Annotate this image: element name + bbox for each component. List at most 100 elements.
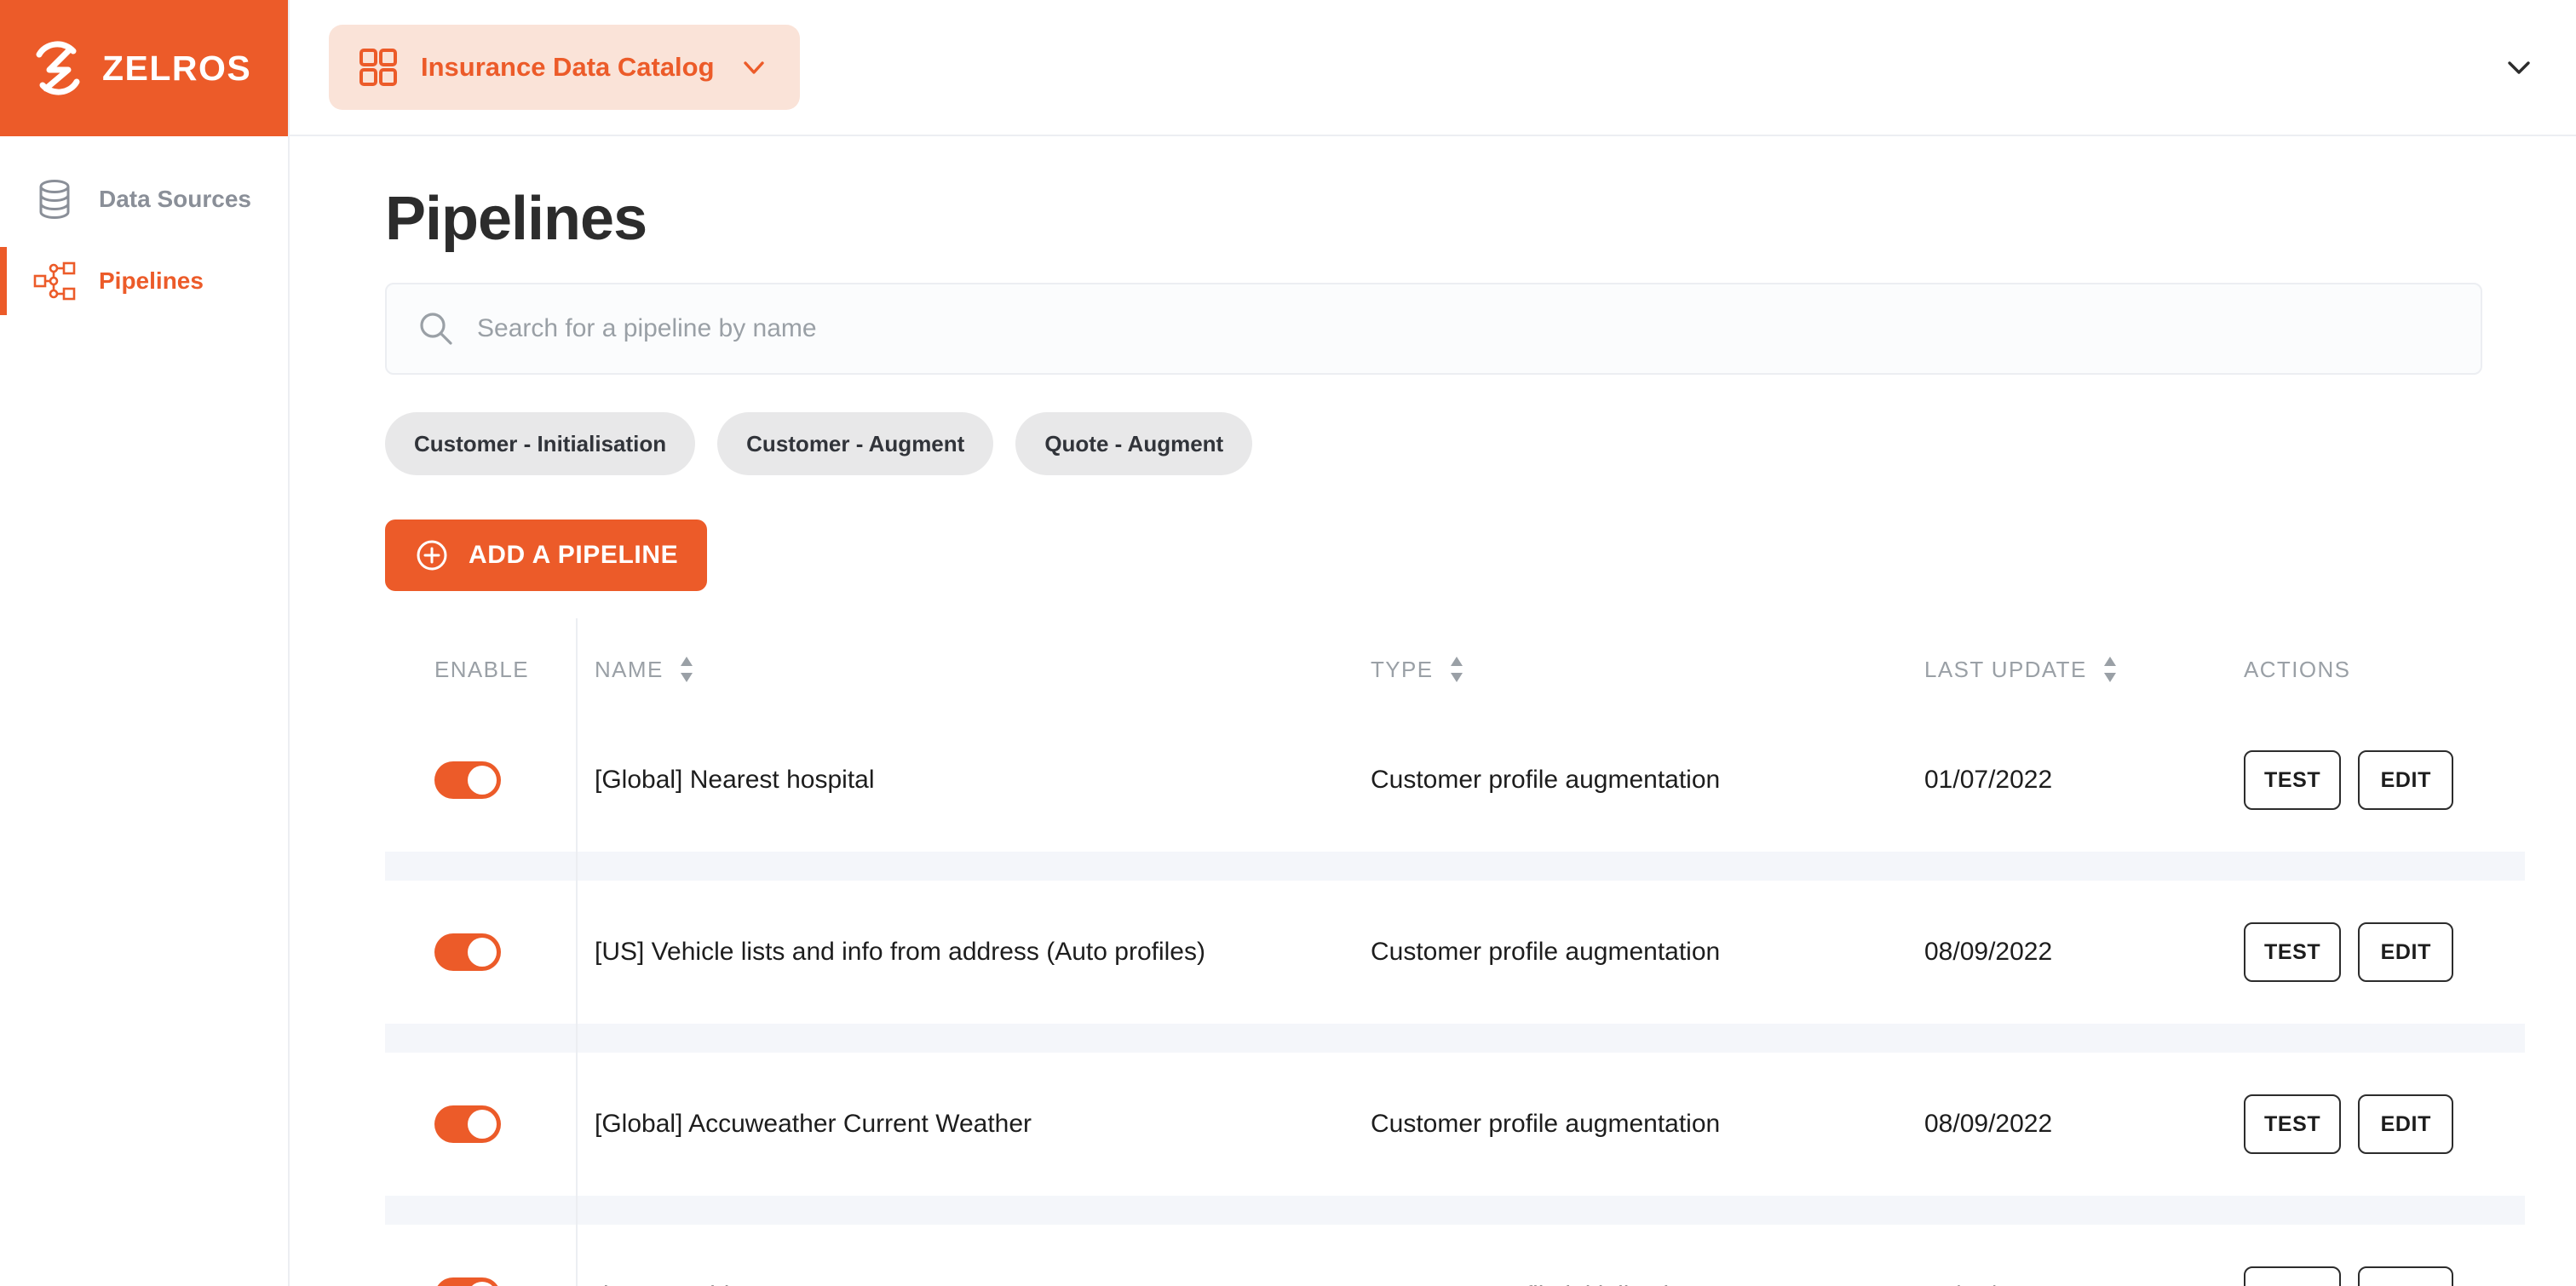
topbar: Insurance Data Catalog: [290, 0, 2576, 136]
name-cell: [Global] Accuweather Current Weather: [569, 1110, 1371, 1139]
type-cell: Customer profile augmentation: [1371, 766, 1924, 795]
edit-button[interactable]: EDIT: [2358, 922, 2454, 982]
type-cell: Customer profile augmentation: [1371, 938, 1924, 967]
pipeline-last-update: 05/07/2022: [1924, 1282, 2052, 1286]
enable-cell: [385, 1105, 569, 1143]
enable-cell: [385, 933, 569, 971]
table-row: demographics 35010 Customer profile init…: [385, 1225, 2525, 1286]
test-button[interactable]: TEST: [2244, 1266, 2342, 1286]
pipeline-type: Customer profile initialization: [1371, 1282, 1698, 1286]
column-header-name[interactable]: NAME: [569, 652, 1371, 687]
table-row: [US] Vehicle lists and info from address…: [385, 881, 2525, 1024]
edit-button[interactable]: EDIT: [2358, 750, 2454, 810]
toggle-knob: [468, 938, 497, 967]
pipeline-last-update: 01/07/2022: [1924, 766, 2053, 794]
table-row: [Global] Nearest hospital Customer profi…: [385, 709, 2525, 852]
actions-cell: TEST EDIT: [2244, 1266, 2525, 1286]
enable-cell: [385, 1277, 569, 1286]
actions-cell: TEST EDIT: [2244, 1094, 2525, 1154]
type-cell: Customer profile augmentation: [1371, 1110, 1924, 1139]
type-cell: Customer profile initialization: [1371, 1282, 1924, 1286]
search-box[interactable]: [385, 283, 2482, 375]
row-action-buttons: TEST EDIT: [2244, 750, 2454, 810]
enable-cell: [385, 761, 569, 799]
column-header-last-update[interactable]: LAST UPDATE: [1924, 652, 2244, 687]
table-row: [Global] Accuweather Current Weather Cus…: [385, 1053, 2525, 1196]
sort-arrows-icon[interactable]: [2101, 652, 2119, 687]
add-pipeline-row: ADD A PIPELINE: [99, 475, 2525, 591]
name-cell: [US] Vehicle lists and info from address…: [569, 938, 1371, 967]
row-separator: [385, 1196, 2525, 1225]
pipeline-type: Customer profile augmentation: [1371, 938, 1721, 966]
search-section: [99, 283, 2525, 375]
brand-name: ZELROS: [102, 48, 252, 88]
pipeline-tree-icon: [32, 259, 77, 303]
row-action-buttons: TEST EDIT: [2244, 1094, 2454, 1154]
last-update-cell: 05/07/2022: [1924, 1282, 2244, 1286]
row-action-buttons: TEST EDIT: [2244, 922, 2454, 982]
enable-toggle[interactable]: [434, 933, 501, 971]
toggle-knob: [468, 1110, 497, 1139]
column-header-type[interactable]: TYPE: [1371, 652, 1924, 687]
page-content: Pipelines Customer - Initialisation Cust…: [290, 136, 2576, 1286]
table-header-row: ENABLE NAME TYPE LAST UPDATE ACTIONS: [385, 630, 2525, 709]
last-update-cell: 08/09/2022: [1924, 1110, 2244, 1139]
main-area: Insurance Data Catalog Pipelines Search …: [290, 0, 2576, 1286]
enable-toggle[interactable]: [434, 1105, 501, 1143]
toggle-knob: [468, 766, 497, 795]
column-header-actions: ACTIONS: [2244, 657, 2525, 683]
column-header-label: ACTIONS: [2244, 656, 2351, 682]
app-root: ZELROS Data Sources Pipelines Insurance …: [0, 0, 2576, 1286]
test-button[interactable]: TEST: [2244, 922, 2342, 982]
last-update-cell: 08/09/2022: [1924, 938, 2244, 967]
toggle-knob: [468, 1282, 497, 1286]
pipeline-last-update: 08/09/2022: [1924, 1110, 2053, 1138]
row-separator: [385, 1024, 2525, 1053]
add-pipeline-label: ADD A PIPELINE: [469, 541, 679, 569]
pipeline-last-update: 08/09/2022: [1924, 938, 2053, 966]
pipeline-name: [Global] Nearest hospital: [595, 766, 875, 794]
filter-chip-list: Customer - Initialisation Customer - Aug…: [99, 412, 2525, 475]
page-title: Pipelines: [385, 185, 647, 253]
table-left-divider: [576, 618, 578, 1286]
pipelines-table: ENABLE NAME TYPE LAST UPDATE ACTIONS [Gl…: [385, 630, 2525, 1286]
grid-squares-icon: [359, 49, 397, 86]
pipeline-name: [US] Vehicle lists and info from address…: [595, 938, 1205, 966]
pipeline-type: Customer profile augmentation: [1371, 766, 1721, 794]
brand-logo[interactable]: ZELROS: [0, 0, 288, 136]
sort-arrows-icon[interactable]: [677, 652, 696, 687]
catalog-selector[interactable]: Insurance Data Catalog: [329, 25, 800, 110]
search-icon: [417, 310, 455, 347]
test-button[interactable]: TEST: [2244, 1094, 2342, 1154]
plus-circle-icon: [414, 537, 450, 573]
filter-chip-customer-augment[interactable]: Customer - Augment: [717, 412, 994, 475]
actions-cell: TEST EDIT: [2244, 750, 2525, 810]
name-cell: [Global] Nearest hospital: [569, 766, 1371, 795]
pipeline-name: [Global] Accuweather Current Weather: [595, 1110, 1032, 1138]
test-button[interactable]: TEST: [2244, 750, 2342, 810]
column-header-label: LAST UPDATE: [1924, 656, 2087, 682]
account-chevron-down-icon[interactable]: [2501, 49, 2537, 85]
name-cell: demographics 35010: [569, 1282, 1371, 1286]
database-icon: [32, 177, 77, 221]
pipeline-type: Customer profile augmentation: [1371, 1110, 1721, 1138]
enable-toggle[interactable]: [434, 1277, 501, 1286]
add-pipeline-button[interactable]: ADD A PIPELINE: [385, 520, 708, 591]
filter-chip-quote-augment[interactable]: Quote - Augment: [1015, 412, 1253, 475]
column-header-label: NAME: [595, 656, 664, 682]
edit-button[interactable]: EDIT: [2358, 1266, 2454, 1286]
chevron-down-icon: [739, 52, 769, 83]
column-header-label: ENABLE: [434, 656, 530, 682]
filter-chip-customer-initialisation[interactable]: Customer - Initialisation: [385, 412, 696, 475]
search-input[interactable]: [477, 314, 2450, 343]
pipeline-name: demographics 35010: [595, 1282, 833, 1286]
sort-arrows-icon[interactable]: [1447, 652, 1466, 687]
last-update-cell: 01/07/2022: [1924, 766, 2244, 795]
actions-cell: TEST EDIT: [2244, 922, 2525, 982]
row-action-buttons: TEST EDIT: [2244, 1266, 2454, 1286]
edit-button[interactable]: EDIT: [2358, 1094, 2454, 1154]
zelros-z-logo-icon: [29, 37, 87, 99]
enable-toggle[interactable]: [434, 761, 501, 799]
column-header-label: TYPE: [1371, 656, 1434, 682]
catalog-name: Insurance Data Catalog: [421, 52, 715, 82]
